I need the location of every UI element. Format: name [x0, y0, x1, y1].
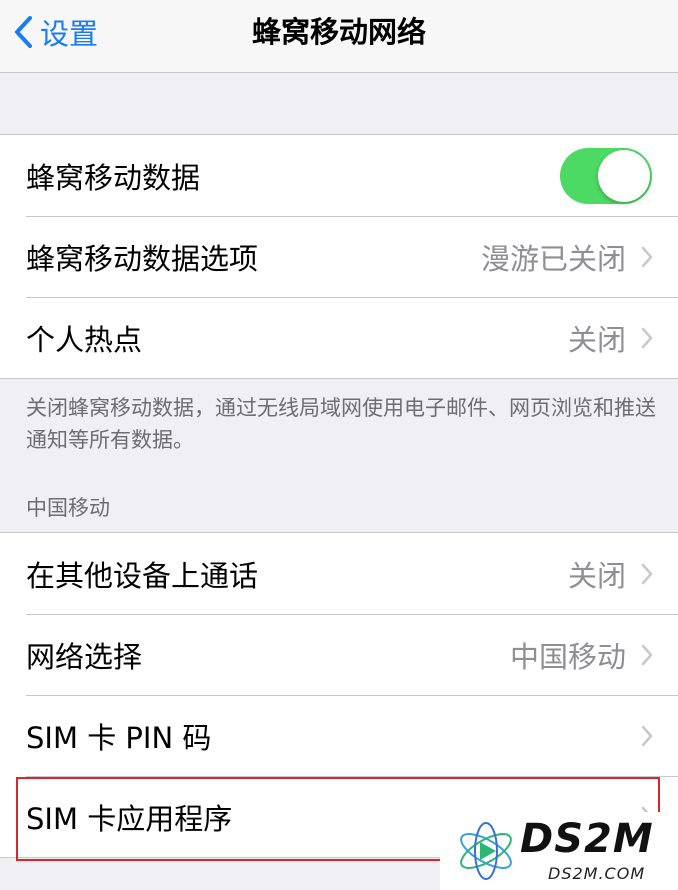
row-value: 关闭	[567, 558, 626, 593]
network-selection-row[interactable]: 网络选择 中国移动	[0, 614, 678, 695]
carrier-section-header: 中国移动	[26, 496, 110, 520]
row-label: 网络选择	[26, 639, 143, 674]
chevron-right-icon	[641, 563, 653, 584]
page-title: 蜂窝移动网络	[251, 15, 426, 49]
row-value: 漫游已关闭	[480, 241, 626, 276]
row-label: SIM 卡 PIN 码	[26, 720, 212, 755]
chevron-right-icon	[641, 725, 653, 746]
watermark: DS2M DS2M.COM	[440, 812, 678, 890]
cellular-settings-group: 蜂窝移动数据 蜂窝移动数据选项 漫游已关闭 个人热点 关闭	[0, 134, 678, 379]
chevron-right-icon	[641, 644, 653, 665]
personal-hotspot-row[interactable]: 个人热点 关闭	[0, 297, 678, 378]
watermark-url: DS2M.COM	[548, 864, 646, 883]
watermark-brand: DS2M	[520, 816, 654, 862]
cellular-data-toggle[interactable]	[560, 147, 652, 204]
row-label: 蜂窝移动数据选项	[26, 241, 259, 276]
sim-pin-row[interactable]: SIM 卡 PIN 码	[0, 695, 678, 776]
row-label: 在其他设备上通话	[26, 558, 259, 593]
cellular-data-footer-note: 关闭蜂窝移动数据，通过无线局域网使用电子邮件、网页浏览和推送通知等所有数据。	[26, 396, 656, 452]
row-value: 关闭	[567, 322, 626, 357]
atom-logo-icon	[460, 822, 512, 880]
row-label: 蜂窝移动数据	[26, 160, 201, 195]
row-value: 中国移动	[509, 639, 626, 674]
cellular-data-options-row[interactable]: 蜂窝移动数据选项 漫游已关闭	[0, 216, 678, 297]
row-label: 个人热点	[26, 322, 143, 357]
cellular-data-row: 蜂窝移动数据	[0, 135, 678, 216]
chevron-right-icon	[641, 246, 653, 267]
navigation-bar: 设置 蜂窝移动网络	[0, 0, 678, 73]
toggle-knob	[598, 149, 650, 202]
calls-on-other-devices-row[interactable]: 在其他设备上通话 关闭	[0, 533, 678, 614]
chevron-right-icon	[641, 327, 653, 348]
